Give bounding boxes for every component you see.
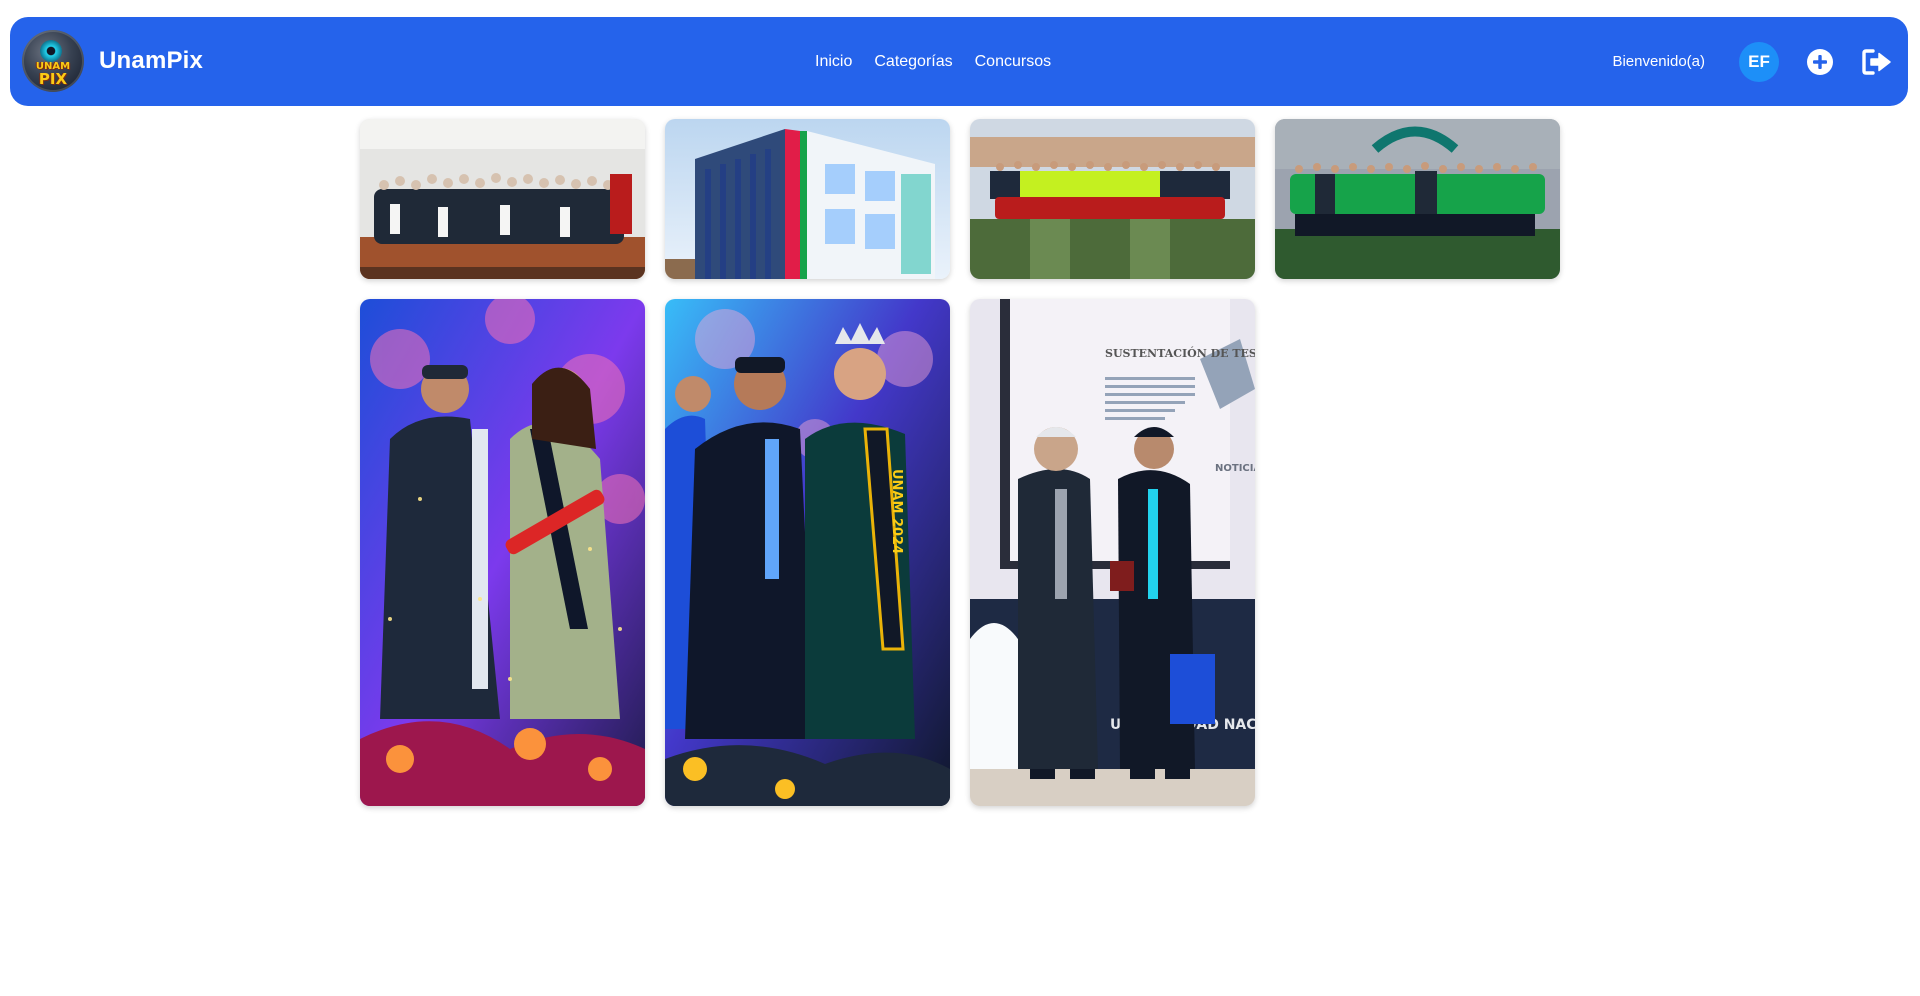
brand-home-link[interactable]: UNAM PIX UnamPix — [22, 30, 203, 92]
photo-card-group-green-shirts[interactable] — [1275, 119, 1560, 279]
plus-circle-icon — [1807, 48, 1833, 75]
sports-team-field-image — [970, 119, 1255, 279]
king-sash-text: UNAM 2024 — [889, 469, 904, 554]
coronation-king-image: UNAM 2024 — [665, 299, 950, 806]
unampix-logo: UNAM PIX — [22, 30, 84, 92]
photo-card-sports-team-field[interactable] — [970, 119, 1255, 279]
nav-link-categorias[interactable]: Categorías — [874, 53, 952, 71]
main-nav: Inicio Categorías Concursos — [815, 17, 1051, 106]
logout-icon — [1862, 48, 1891, 75]
photo-card-coronation-queen[interactable] — [360, 299, 645, 806]
nav-link-concursos[interactable]: Concursos — [975, 53, 1051, 71]
top-navbar: UNAM PIX UnamPix Inicio Categorías Concu… — [10, 17, 1908, 106]
logo-eye-icon — [40, 40, 62, 62]
logo-text-bottom: PIX — [38, 70, 68, 88]
photo-gallery: UNAM 2024 SUSTENTACIÓN DE TESIS NOTICIA … — [0, 0, 1920, 996]
group-auditorium-image — [360, 119, 645, 279]
photo-card-thesis-award[interactable]: SUSTENTACIÓN DE TESIS NOTICIA UNIVERSIDA… — [970, 299, 1255, 806]
coronation-queen-image — [360, 299, 645, 806]
logout-button[interactable] — [1862, 48, 1892, 75]
photo-card-university-building[interactable] — [665, 119, 950, 279]
thesis-screen-noticia: NOTICIA — [1215, 463, 1255, 474]
thesis-award-image: SUSTENTACIÓN DE TESIS NOTICIA UNIVERSIDA… — [970, 299, 1255, 806]
photo-card-coronation-king[interactable]: UNAM 2024 — [665, 299, 950, 806]
university-building-image — [665, 119, 950, 279]
thesis-screen-title: SUSTENTACIÓN DE TESIS — [1105, 346, 1255, 360]
welcome-text: Bienvenido(a) — [1612, 53, 1705, 70]
add-photo-button[interactable] — [1806, 48, 1834, 76]
brand-name: UnamPix — [99, 47, 204, 74]
nav-link-inicio[interactable]: Inicio — [815, 53, 852, 71]
photo-card-group-auditorium[interactable] — [360, 119, 645, 279]
group-green-shirts-image — [1275, 119, 1560, 279]
user-avatar[interactable]: EF — [1739, 41, 1779, 82]
user-area: Bienvenido(a) EF — [1612, 17, 1892, 106]
